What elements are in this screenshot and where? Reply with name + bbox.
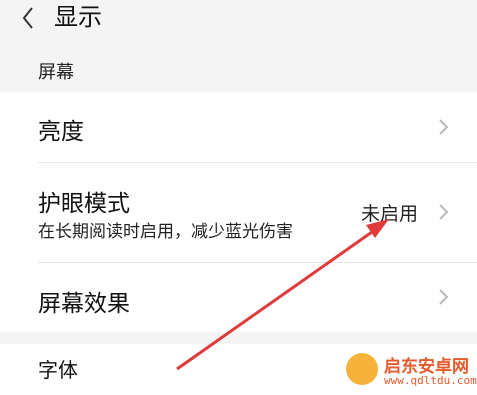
- screen-effect-row[interactable]: 屏幕效果: [0, 262, 477, 332]
- font-label: 字体: [38, 358, 78, 382]
- section-label-screen: 屏幕: [38, 62, 74, 83]
- watermark-url: www.qdltdu.com: [384, 374, 477, 387]
- brightness-row[interactable]: 亮度: [0, 92, 477, 162]
- watermark-logo-icon: [346, 353, 378, 385]
- screen-settings-card: 亮度 护眼模式 在长期阅读时启用，减少蓝光伤害 未启用 屏幕效果: [0, 92, 477, 332]
- chevron-right-icon: [439, 204, 449, 220]
- page-title: 显示: [54, 3, 102, 31]
- top-bar: 显示: [0, 0, 477, 44]
- eye-protection-label: 护眼模式: [38, 191, 130, 217]
- brightness-label: 亮度: [38, 119, 84, 145]
- section-gap: [0, 332, 477, 344]
- eye-protection-row[interactable]: 护眼模式 在长期阅读时启用，减少蓝光伤害 未启用: [0, 162, 477, 262]
- chevron-right-icon: [439, 289, 449, 305]
- screen-effect-label: 屏幕效果: [38, 291, 130, 317]
- watermark: 启东安卓网 www.qdltdu.com: [346, 351, 477, 391]
- eye-protection-description: 在长期阅读时启用，减少蓝光伤害: [38, 222, 293, 242]
- chevron-right-icon: [439, 119, 449, 135]
- eye-protection-status: 未启用: [361, 203, 419, 225]
- back-chevron-icon[interactable]: [18, 4, 40, 32]
